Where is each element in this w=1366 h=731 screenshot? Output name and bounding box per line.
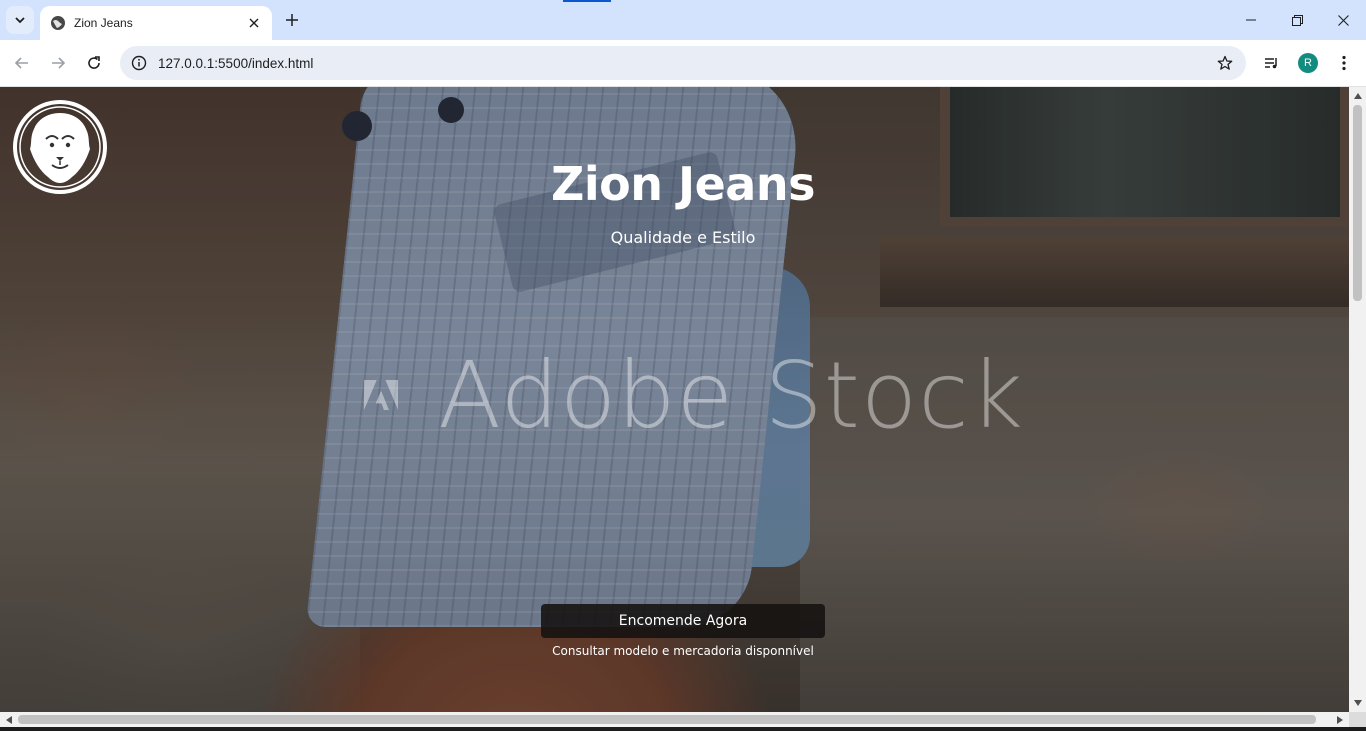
horizontal-scroll-thumb[interactable] — [18, 715, 1316, 724]
watermark-text: Adobe Stock — [438, 341, 1024, 449]
triangle-down-icon — [1353, 700, 1362, 706]
site-info-button[interactable] — [130, 54, 148, 72]
star-icon — [1217, 55, 1233, 70]
browser-toolbar: R — [0, 40, 1366, 87]
avatar: R — [1298, 53, 1318, 73]
scroll-right-button[interactable] — [1333, 712, 1347, 727]
restore-button[interactable] — [1274, 0, 1320, 40]
triangle-up-icon — [1353, 93, 1362, 99]
hero-subtitle: Qualidade e Estilo — [610, 228, 756, 247]
page-viewport: Adobe Stock Zion Jeans Qualidade e Estil… — [0, 87, 1349, 712]
tab-strip: Zion Jeans — [0, 0, 1366, 40]
order-now-button[interactable]: Encomende Agora — [541, 604, 825, 638]
cta-note: Consultar modelo e mercadoria disponníve… — [552, 644, 814, 658]
vertical-scroll-thumb[interactable] — [1353, 105, 1362, 301]
plus-icon — [286, 14, 298, 26]
scroll-up-button[interactable] — [1349, 89, 1366, 103]
bookmark-button[interactable] — [1214, 52, 1236, 74]
close-window-button[interactable] — [1320, 0, 1366, 40]
scroll-down-button[interactable] — [1349, 696, 1366, 710]
close-icon — [249, 18, 259, 28]
arrow-right-icon — [52, 57, 66, 69]
hero-title: Zion Jeans — [551, 157, 815, 211]
media-queue-icon — [1265, 58, 1277, 69]
new-tab-button[interactable] — [280, 8, 304, 32]
url-input[interactable] — [158, 55, 1214, 71]
adobe-logo-icon — [364, 379, 399, 411]
tab-close-button[interactable] — [244, 13, 264, 33]
profile-button[interactable]: R — [1293, 48, 1323, 78]
kebab-menu-icon — [1342, 55, 1346, 71]
tab-search-button[interactable] — [6, 6, 34, 34]
triangle-right-icon — [1337, 715, 1343, 724]
tab-title: Zion Jeans — [74, 16, 133, 30]
minimize-button[interactable] — [1228, 0, 1274, 40]
scrollbar-corner — [1349, 712, 1366, 727]
tab-zion-jeans[interactable]: Zion Jeans — [40, 6, 272, 40]
close-icon — [1337, 14, 1349, 26]
chevron-down-icon — [15, 17, 25, 24]
media-control-button[interactable] — [1257, 48, 1287, 78]
back-button[interactable] — [7, 48, 37, 78]
reload-icon — [88, 56, 100, 69]
screen-bottom-edge — [0, 727, 1366, 731]
forward-button[interactable] — [43, 48, 73, 78]
globe-icon — [51, 16, 65, 30]
horizontal-scrollbar[interactable] — [0, 712, 1349, 727]
scroll-left-button[interactable] — [2, 712, 16, 727]
window-controls — [1228, 0, 1366, 40]
restore-icon — [1291, 14, 1303, 26]
vertical-scrollbar[interactable] — [1349, 87, 1366, 712]
info-icon — [131, 55, 147, 71]
minimize-icon — [1246, 19, 1256, 21]
arrow-left-icon — [14, 57, 28, 69]
address-bar[interactable] — [120, 46, 1246, 80]
tab-strip-accent — [563, 0, 611, 2]
browser-menu-button[interactable] — [1329, 48, 1359, 78]
reload-button[interactable] — [79, 48, 109, 78]
triangle-left-icon — [6, 715, 12, 724]
stock-watermark: Adobe Stock — [364, 330, 1024, 460]
